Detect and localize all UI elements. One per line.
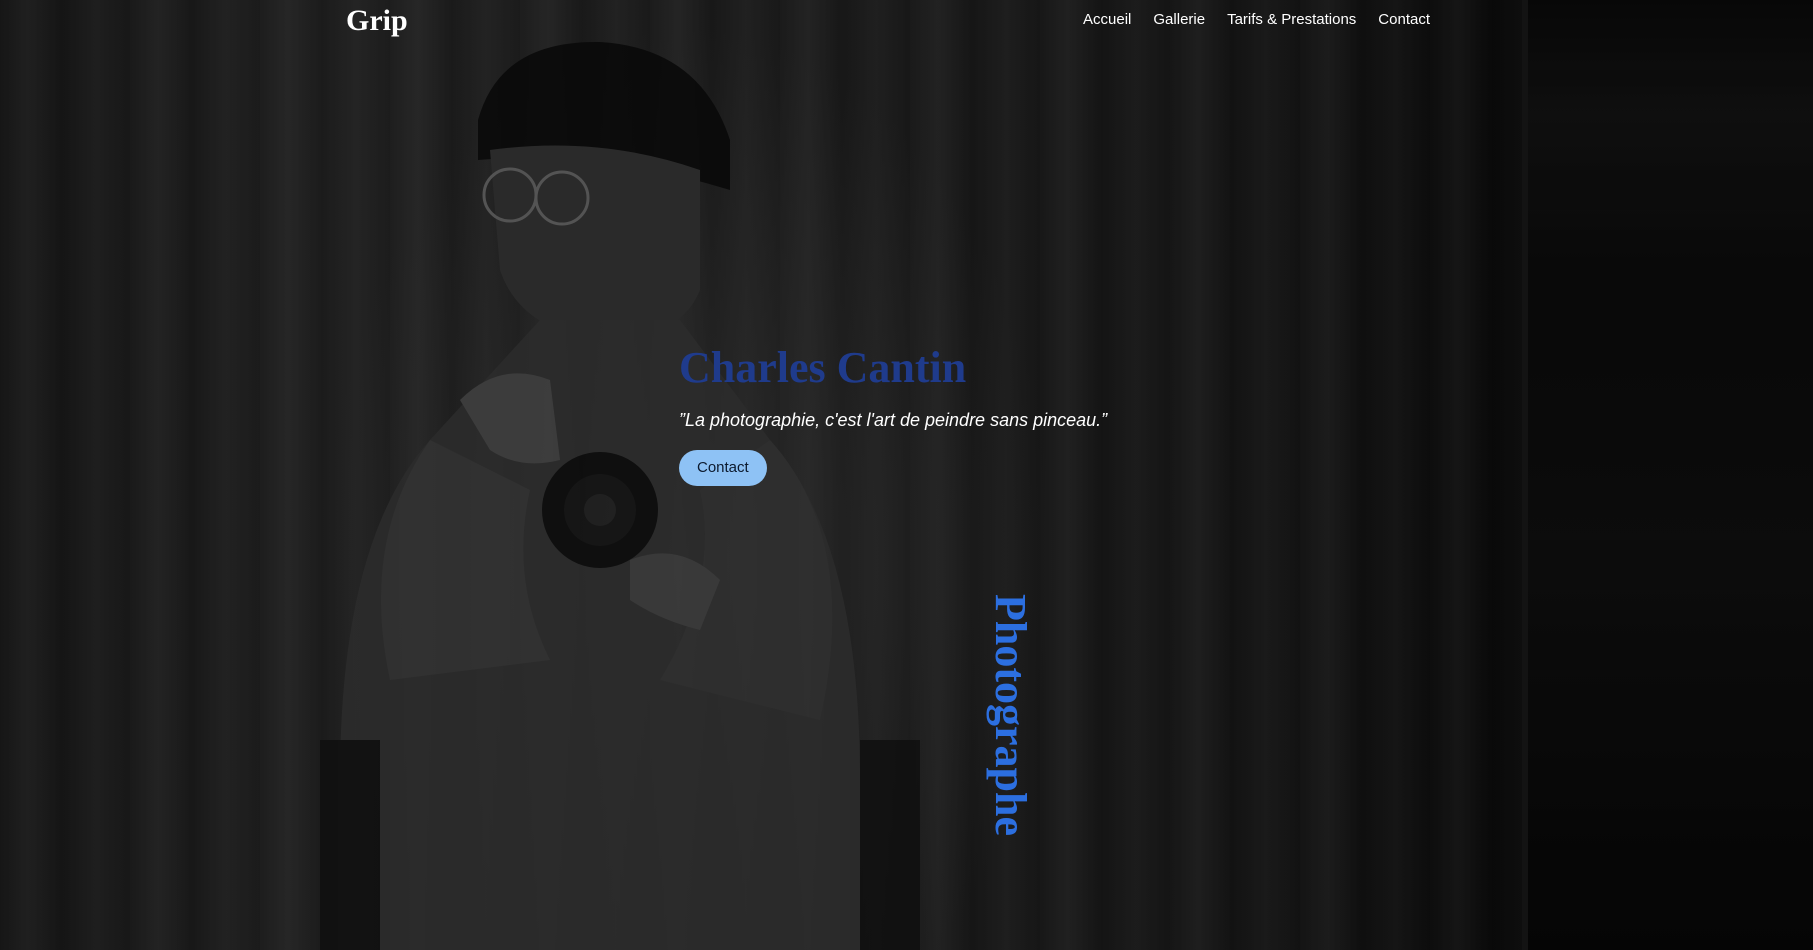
nav-link-accueil[interactable]: Accueil [1083, 10, 1131, 30]
site-logo[interactable]: Grip [346, 2, 408, 40]
nav-link-tarifs[interactable]: Tarifs & Prestations [1227, 10, 1356, 30]
nav-link-contact[interactable]: Contact [1378, 10, 1430, 30]
hero-quote: ”La photographie, c'est l'art de peindre… [679, 410, 1108, 430]
contact-button[interactable]: Contact [679, 450, 767, 486]
site-header: Grip Accueil Gallerie Tarifs & Prestatio… [0, 0, 1813, 44]
vertical-title-photographe: Photographe [986, 594, 1035, 836]
hero-content: Charles Cantin ”La photographie, c'est l… [679, 340, 1239, 486]
main-nav: Accueil Gallerie Tarifs & Prestations Co… [1061, 10, 1430, 30]
page: Grip Accueil Gallerie Tarifs & Prestatio… [0, 0, 1813, 950]
hero-name: Charles Cantin [679, 343, 967, 392]
nav-link-gallerie[interactable]: Gallerie [1153, 10, 1205, 30]
